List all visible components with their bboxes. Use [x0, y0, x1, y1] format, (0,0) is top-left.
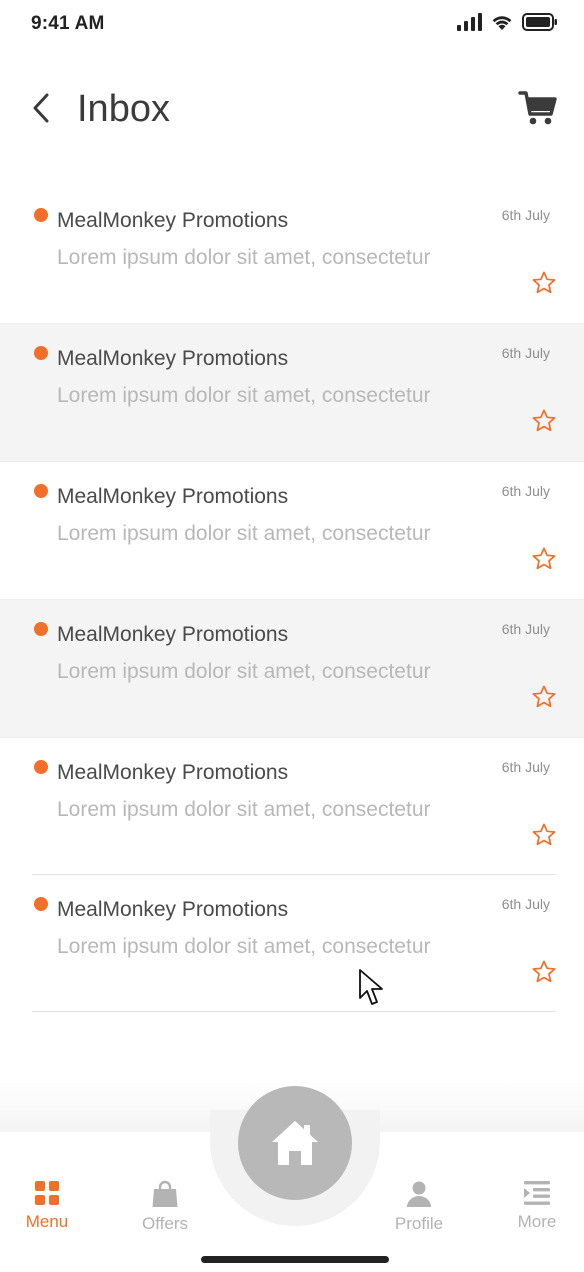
- message-preview: Lorem ipsum dolor sit amet, consectetur: [57, 935, 431, 958]
- star-icon[interactable]: [531, 684, 557, 710]
- shopping-bag-icon: [152, 1180, 178, 1207]
- tab-profile[interactable]: Profile: [369, 1180, 469, 1234]
- home-button[interactable]: [238, 1086, 352, 1200]
- message-sender: MealMonkey Promotions: [57, 761, 289, 784]
- message-sender: MealMonkey Promotions: [57, 347, 289, 370]
- status-bar: 9:41 AM: [0, 0, 584, 50]
- star-icon[interactable]: [531, 822, 557, 848]
- message-date: 6th July: [501, 759, 550, 775]
- star-icon[interactable]: [531, 408, 557, 434]
- message-date: 6th July: [501, 483, 550, 499]
- message-preview: Lorem ipsum dolor sit amet, consectetur: [57, 384, 431, 407]
- inbox-message[interactable]: MealMonkey Promotions Lorem ipsum dolor …: [0, 186, 584, 324]
- cart-button[interactable]: [518, 90, 558, 126]
- inbox-message[interactable]: MealMonkey Promotions Lorem ipsum dolor …: [0, 324, 584, 462]
- unread-dot: [34, 760, 48, 774]
- grid-icon: [35, 1181, 59, 1205]
- message-preview: Lorem ipsum dolor sit amet, consectetur: [57, 522, 431, 545]
- message-preview: Lorem ipsum dolor sit amet, consectetur: [57, 246, 431, 269]
- status-icons: [456, 13, 558, 31]
- status-time: 9:41 AM: [31, 13, 105, 34]
- home-icon: [272, 1121, 318, 1165]
- message-sender: MealMonkey Promotions: [57, 623, 289, 646]
- message-preview: Lorem ipsum dolor sit amet, consectetur: [57, 798, 431, 821]
- tab-bar: Menu Offers Profile More: [0, 1080, 584, 1272]
- message-sender: MealMonkey Promotions: [57, 898, 289, 921]
- shopping-cart-icon: [518, 91, 557, 125]
- inbox-message[interactable]: MealMonkey Promotions Lorem ipsum dolor …: [0, 462, 584, 600]
- star-icon[interactable]: [531, 270, 557, 296]
- message-date: 6th July: [501, 345, 550, 361]
- battery-icon: [522, 13, 557, 31]
- tab-menu[interactable]: Menu: [0, 1180, 97, 1232]
- person-icon: [407, 1181, 431, 1207]
- unread-dot: [34, 346, 48, 360]
- star-icon[interactable]: [531, 959, 557, 985]
- tab-more[interactable]: More: [487, 1180, 584, 1232]
- message-date: 6th July: [501, 896, 550, 912]
- inbox-list: MealMonkey Promotions Lorem ipsum dolor …: [0, 186, 584, 1012]
- message-sender: MealMonkey Promotions: [57, 485, 289, 508]
- unread-dot: [34, 897, 48, 911]
- back-button[interactable]: [26, 90, 56, 126]
- tab-label-offers: Offers: [142, 1214, 188, 1233]
- message-date: 6th July: [501, 621, 550, 637]
- unread-dot: [34, 484, 48, 498]
- chevron-left-icon: [33, 93, 49, 123]
- cellular-signal-icon: [457, 13, 482, 31]
- message-preview: Lorem ipsum dolor sit amet, consectetur: [57, 660, 431, 683]
- tab-label-more: More: [517, 1212, 557, 1231]
- inbox-message[interactable]: MealMonkey Promotions Lorem ipsum dolor …: [0, 875, 584, 1012]
- tab-offers[interactable]: Offers: [115, 1180, 215, 1234]
- inbox-message[interactable]: MealMonkey Promotions Lorem ipsum dolor …: [0, 600, 584, 738]
- message-sender: MealMonkey Promotions: [57, 209, 289, 232]
- header: Inbox: [0, 80, 584, 140]
- home-indicator: [201, 1256, 389, 1263]
- inbox-message[interactable]: MealMonkey Promotions Lorem ipsum dolor …: [0, 738, 584, 875]
- page-title: Inbox: [77, 88, 170, 130]
- menu-list-icon: [524, 1181, 550, 1205]
- star-icon[interactable]: [531, 546, 557, 572]
- tab-label-menu: Menu: [25, 1212, 69, 1231]
- tab-label-profile: Profile: [394, 1214, 444, 1233]
- unread-dot: [34, 622, 48, 636]
- message-date: 6th July: [501, 207, 550, 223]
- wifi-icon: [492, 16, 512, 30]
- unread-dot: [34, 208, 48, 222]
